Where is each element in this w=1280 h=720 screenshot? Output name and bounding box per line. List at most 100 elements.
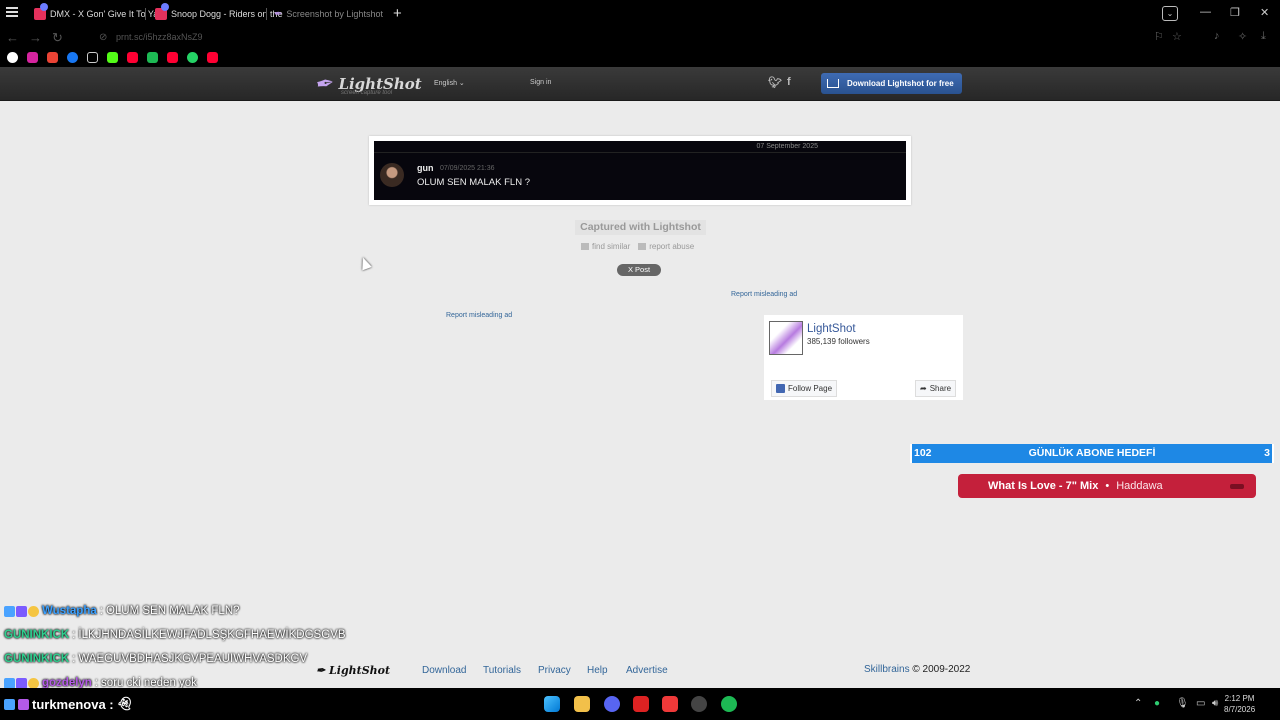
- bookmarks-bar: [0, 48, 1280, 67]
- address-bar-row: ← → ↻ ⊘ prnt.sc/i5hzz8axNsZ9 ⚐ ☆ ♪ ✧ ⤓: [0, 28, 1280, 48]
- vivaldi-icon[interactable]: [662, 696, 678, 712]
- x-post-button[interactable]: X Post: [617, 264, 661, 276]
- google-icon[interactable]: [7, 52, 18, 63]
- twitter-icon[interactable]: 🐦︎: [768, 76, 782, 89]
- facebook-page-widget: LightShot 385,139 followers Follow Page …: [764, 315, 963, 400]
- share-icon: ➦: [920, 384, 927, 393]
- close-icon[interactable]: ✕: [1260, 6, 1269, 19]
- avatar: [380, 163, 404, 187]
- kick-icon[interactable]: [107, 52, 118, 63]
- chat-line: GUNINKICK: WAEGUVBDHASJKGVPEAUIWHVASDKGV: [4, 653, 308, 665]
- footer-logo[interactable]: ✒ LightShot: [316, 664, 390, 677]
- footer-link-download[interactable]: Download: [422, 665, 466, 676]
- start-icon[interactable]: [544, 696, 560, 712]
- report-ad-link[interactable]: Report misleading ad: [731, 291, 797, 298]
- discord-icon[interactable]: [604, 696, 620, 712]
- footer-link-privacy[interactable]: Privacy: [538, 665, 571, 676]
- youtube-icon[interactable]: [127, 52, 138, 63]
- goal-title: GÜNLÜK ABONE HEDEFİ: [1028, 447, 1156, 459]
- bookmark-icon[interactable]: ☆: [1172, 30, 1182, 43]
- skillbrains-link[interactable]: Skillbrains: [864, 664, 910, 675]
- instagram-icon[interactable]: [27, 52, 38, 63]
- taskbar: ⌃ ● 🎙︎ ▭ 🔊︎ 2:12 PM 8/7/2026: [0, 688, 1280, 720]
- report-ad-link[interactable]: Report misleading ad: [446, 312, 512, 319]
- maximize-icon[interactable]: ❐: [1230, 6, 1240, 19]
- flag-icon: [638, 243, 647, 250]
- volume-icon[interactable]: 🔊︎: [1212, 698, 1218, 709]
- reload-icon[interactable]: ↻: [52, 30, 63, 46]
- new-tab-icon[interactable]: +: [393, 5, 402, 22]
- screenshot-actions: find similar report abuse: [581, 242, 694, 251]
- browser-tab-bar: DMX - X Gon' Give It To Ya Snoop Dogg - …: [0, 0, 1280, 28]
- tab-dmx[interactable]: DMX - X Gon' Give It To Ya: [28, 3, 164, 24]
- youtube-icon[interactable]: [207, 52, 218, 63]
- facebook-icon: [776, 384, 785, 393]
- download-icon[interactable]: ⤓: [1261, 30, 1266, 43]
- page-picture[interactable]: [769, 321, 803, 355]
- captured-label: Captured with Lightshot: [575, 220, 706, 235]
- extensions-icon[interactable]: ✧: [1238, 30, 1247, 43]
- file-explorer-icon[interactable]: [574, 696, 590, 712]
- lightshot-icon: ✒: [274, 8, 283, 20]
- chevron-up-icon[interactable]: ⌃: [1134, 698, 1142, 709]
- streamer-label: turkmenova : 👻︎: [4, 696, 133, 712]
- back-icon[interactable]: ←: [6, 30, 19, 45]
- minimize-icon[interactable]: —: [1200, 6, 1211, 18]
- lightshot-header: ✒ LightShot screen capture tool English …: [0, 67, 1280, 101]
- chat-message: OLUM SEN MALAK FLN ?: [417, 177, 530, 188]
- audio-icon[interactable]: ♪: [1214, 30, 1220, 42]
- youtube-icon: [155, 3, 169, 20]
- menu-icon[interactable]: [6, 7, 18, 17]
- spotify-icon[interactable]: [721, 696, 737, 712]
- forward-icon[interactable]: →: [29, 30, 42, 45]
- tab-label: DMX - X Gon' Give It To Ya: [50, 9, 159, 19]
- footer-link-tutorials[interactable]: Tutorials: [483, 665, 521, 676]
- app-icon[interactable]: [633, 696, 649, 712]
- chat-line: Wustapha: OLUM SEN MALAK FLN?: [4, 605, 240, 617]
- facebook-icon[interactable]: [67, 52, 78, 63]
- whatsapp-icon[interactable]: [187, 52, 198, 63]
- chat-line: GUNINKICK: İLKJHNDASİLKEWJFADLSŞKGFHAEWİK…: [4, 629, 346, 641]
- goal-target: 3: [1264, 447, 1270, 459]
- page-name[interactable]: LightShot: [807, 323, 856, 335]
- image-icon: [581, 243, 589, 250]
- chat-username: gun: [417, 163, 434, 173]
- song-title: What Is Love - 7" Mix: [988, 480, 1099, 492]
- spotify-icon[interactable]: [147, 52, 158, 63]
- follow-page-button[interactable]: Follow Page: [771, 380, 838, 397]
- gmail-icon[interactable]: [47, 52, 58, 63]
- status-icon[interactable]: ●: [1154, 698, 1160, 709]
- clock[interactable]: 2:12 PM 8/7/2026: [1224, 693, 1255, 715]
- footer-link-advertise[interactable]: Advertise: [626, 665, 668, 676]
- x-icon[interactable]: [87, 52, 98, 63]
- mouse-cursor-icon: [358, 255, 372, 271]
- tab-lightshot[interactable]: ✒ Screenshot by Lightshot: [268, 4, 389, 24]
- song-artist: Haddawa: [1116, 480, 1163, 492]
- now-playing-widget: What Is Love - 7" Mix • Haddawa: [958, 474, 1256, 498]
- date-header: 07 September 2025: [756, 143, 819, 150]
- follower-count: 385,139 followers: [807, 337, 870, 346]
- report-abuse-link[interactable]: report abuse: [638, 242, 694, 251]
- facebook-icon[interactable]: f: [787, 76, 791, 88]
- chat-timestamp: 07/09/2025 21:36: [440, 165, 495, 172]
- share-button[interactable]: ➦ Share: [915, 380, 957, 397]
- obs-icon[interactable]: [691, 696, 707, 712]
- network-icon[interactable]: ▭: [1196, 698, 1205, 709]
- microphone-icon[interactable]: 🎙︎: [1176, 698, 1189, 709]
- screenshot-image: 07 September 2025 gun 07/09/2025 21:36 O…: [369, 136, 911, 205]
- footer-link-help[interactable]: Help: [587, 665, 608, 676]
- translate-icon[interactable]: ⚐: [1154, 30, 1164, 43]
- lightshot-logo[interactable]: ✒ LightShot screen capture tool: [313, 69, 422, 98]
- url-field[interactable]: prnt.sc/i5hzz8axNsZ9: [116, 32, 203, 42]
- tab-list-icon[interactable]: ⌄: [1162, 6, 1178, 21]
- sign-in-link[interactable]: Sign in: [530, 79, 551, 86]
- site-info-icon[interactable]: ⊘: [99, 32, 107, 43]
- feather-icon: ✒: [313, 69, 337, 98]
- goal-current: 102: [914, 447, 932, 459]
- youtube-icon[interactable]: [167, 52, 178, 63]
- find-similar-link[interactable]: find similar: [581, 242, 630, 251]
- progress-bar: [1230, 484, 1244, 489]
- language-select[interactable]: English ⌄: [434, 79, 465, 87]
- copyright: Skillbrains © 2009-2022: [864, 664, 971, 675]
- download-button[interactable]: Download Lightshot for free: [821, 73, 962, 94]
